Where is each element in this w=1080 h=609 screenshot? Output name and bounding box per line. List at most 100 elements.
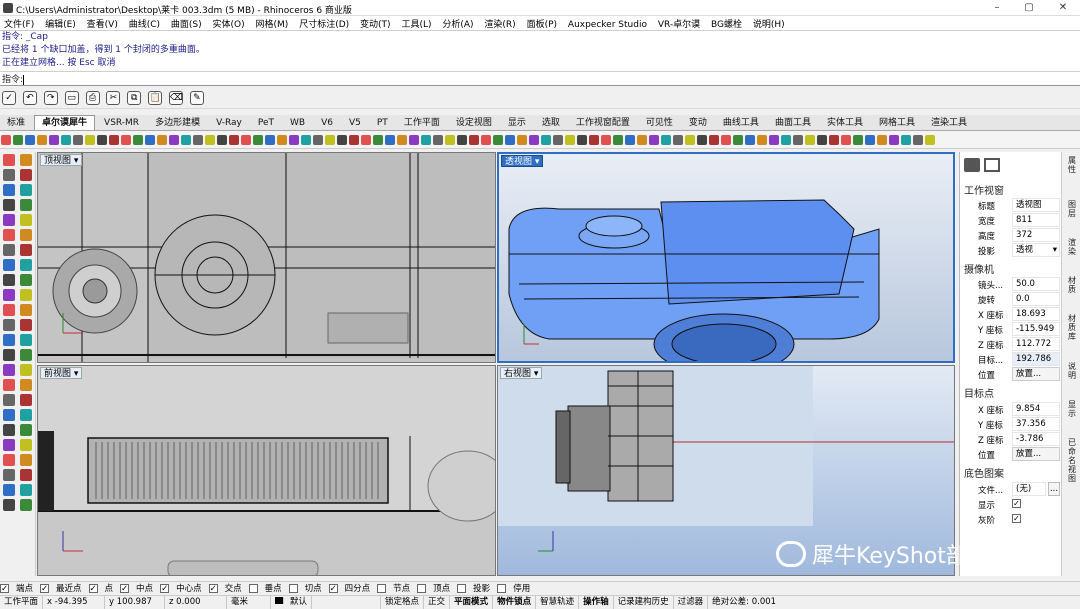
plugin-tool-icon[interactable] [361,135,371,145]
copy-icon[interactable]: ⧉ [127,91,142,105]
modeling-tool-icon[interactable] [3,379,15,391]
menu-dimension[interactable]: 尺寸标注(D) [299,20,349,30]
plugin-tool-icon[interactable] [829,135,839,145]
viewport-perspective-label[interactable]: 透视图 ▾ [501,155,544,167]
plugin-tool-icon[interactable] [49,135,59,145]
plugin-tool-icon[interactable] [541,135,551,145]
osnap-item[interactable]: 投影 [457,584,490,594]
plugin-tool-icon[interactable] [157,135,167,145]
maximize-button[interactable]: ▢ [1022,2,1036,14]
plugin-tool-icon[interactable] [1,135,11,145]
osnap-item[interactable]: ✓ 交点 [208,584,242,594]
plugin-tool-icon[interactable] [253,135,263,145]
modeling-tool-icon[interactable] [3,169,15,181]
menu-view[interactable]: 查看(V) [87,20,118,30]
tab-vsr-mr[interactable]: VSR-MR [97,116,146,130]
panel-tab-layers[interactable]: 图层 [1065,200,1079,218]
menu-mesh[interactable]: 网格(M) [256,20,289,30]
menu-auxpecker[interactable]: Auxpecker Studio [568,20,647,30]
plugin-tool-icon[interactable] [217,135,227,145]
minimize-button[interactable]: – [990,2,1004,14]
menu-transform[interactable]: 变动(T) [360,20,391,30]
modeling-tool-icon[interactable] [20,379,32,391]
title-field[interactable]: 透视图 [1012,198,1060,212]
modeling-tool-icon[interactable] [20,304,32,316]
plugin-tool-icon[interactable] [169,135,179,145]
plugin-tool-icon[interactable] [277,135,287,145]
tab-viewport-layout[interactable]: 工作视窗配置 [569,116,637,130]
modeling-tool-icon[interactable] [20,484,32,496]
osnap-item[interactable]: 停用 [497,584,530,594]
plugin-tool-icon[interactable] [793,135,803,145]
tab-vray[interactable]: V-Ray [209,116,249,130]
tgt-z-field[interactable]: -3.786 [1012,432,1060,446]
plugin-tool-icon[interactable] [853,135,863,145]
osnap-checkbox[interactable] [497,584,507,593]
cam-y-field[interactable]: -115.949 [1012,322,1060,336]
display-icon[interactable]: ▭ [64,91,79,105]
modeling-tool-icon[interactable] [3,304,15,316]
tab-polygon[interactable]: 多边形建模 [148,116,207,130]
plugin-tool-icon[interactable] [649,135,659,145]
modeling-tool-icon[interactable] [3,274,15,286]
viewport-props-icon[interactable] [984,158,1000,172]
plugin-tool-icon[interactable] [85,135,95,145]
plugin-tool-icon[interactable] [553,135,563,145]
plugin-tool-icon[interactable] [409,135,419,145]
plugin-tool-icon[interactable] [73,135,83,145]
print-icon[interactable]: ⎙ [85,91,100,105]
modeling-tool-icon[interactable] [3,259,15,271]
plugin-tool-icon[interactable] [877,135,887,145]
osnap-item[interactable]: 垂点 [248,584,282,594]
tgt-x-field[interactable]: 9.854 [1012,402,1060,416]
status-cplane[interactable]: 工作平面 [0,596,44,609]
menu-file[interactable]: 文件(F) [4,20,34,30]
tab-zhuoermo[interactable]: 卓尔谟犀牛 [34,115,96,130]
undo-icon[interactable]: ↶ [22,91,37,105]
tab-select[interactable]: 选取 [535,116,567,130]
menu-edit[interactable]: 编辑(E) [45,20,76,30]
modeling-tool-icon[interactable] [20,229,32,241]
camera-icon[interactable] [964,158,980,172]
plugin-tool-icon[interactable] [205,135,215,145]
plugin-tool-icon[interactable] [469,135,479,145]
plugin-tool-icon[interactable] [721,135,731,145]
width-field[interactable]: 811 [1012,213,1060,227]
plugin-tool-icon[interactable] [769,135,779,145]
grayscale-checkbox[interactable]: ✓ [1012,514,1021,523]
panel-tab-material-library[interactable]: 材质库 [1065,314,1079,341]
panel-tab-named-views[interactable]: 已命名视图 [1065,438,1079,483]
modeling-tool-icon[interactable] [20,499,32,511]
plugin-tool-icon[interactable] [229,135,239,145]
modeling-tool-icon[interactable] [20,364,32,376]
projection-select[interactable]: 透视 ▾ [1012,243,1060,257]
paste-icon[interactable]: 📋 [148,91,163,105]
modeling-tool-icon[interactable] [3,394,15,406]
plugin-tool-icon[interactable] [889,135,899,145]
tab-set-view[interactable]: 设定视图 [449,116,499,130]
plugin-tool-icon[interactable] [637,135,647,145]
tab-visibility[interactable]: 可见性 [639,116,680,130]
modeling-tool-icon[interactable] [20,199,32,211]
viewport-perspective[interactable]: 透视图 ▾ [497,152,955,363]
plugin-tool-icon[interactable] [841,135,851,145]
plugin-tool-icon[interactable] [121,135,131,145]
modeling-tool-icon[interactable] [3,499,15,511]
osnap-checkbox[interactable] [457,584,467,593]
viewport-right-label[interactable]: 右视图 ▾ [500,367,543,379]
cut-icon[interactable]: ✂ [106,91,121,105]
plugin-tool-icon[interactable] [493,135,503,145]
osnap-checkbox[interactable] [417,584,427,593]
cam-z-field[interactable]: 112.772 [1012,337,1060,351]
plugin-tool-icon[interactable] [565,135,575,145]
plugin-tool-icon[interactable] [265,135,275,145]
osnap-checkbox[interactable]: ✓ [88,584,98,593]
tab-cplane[interactable]: 工作平面 [397,116,447,130]
osnap-item[interactable]: 节点 [377,584,410,594]
show-checkbox[interactable]: ✓ [1012,499,1021,508]
tab-display[interactable]: 显示 [501,116,533,130]
osnap-checkbox[interactable]: ✓ [160,584,170,593]
status-filter[interactable]: 过滤器 [674,596,709,609]
viewport-top[interactable]: 顶视图 ▾ [37,152,496,363]
plugin-tool-icon[interactable] [373,135,383,145]
